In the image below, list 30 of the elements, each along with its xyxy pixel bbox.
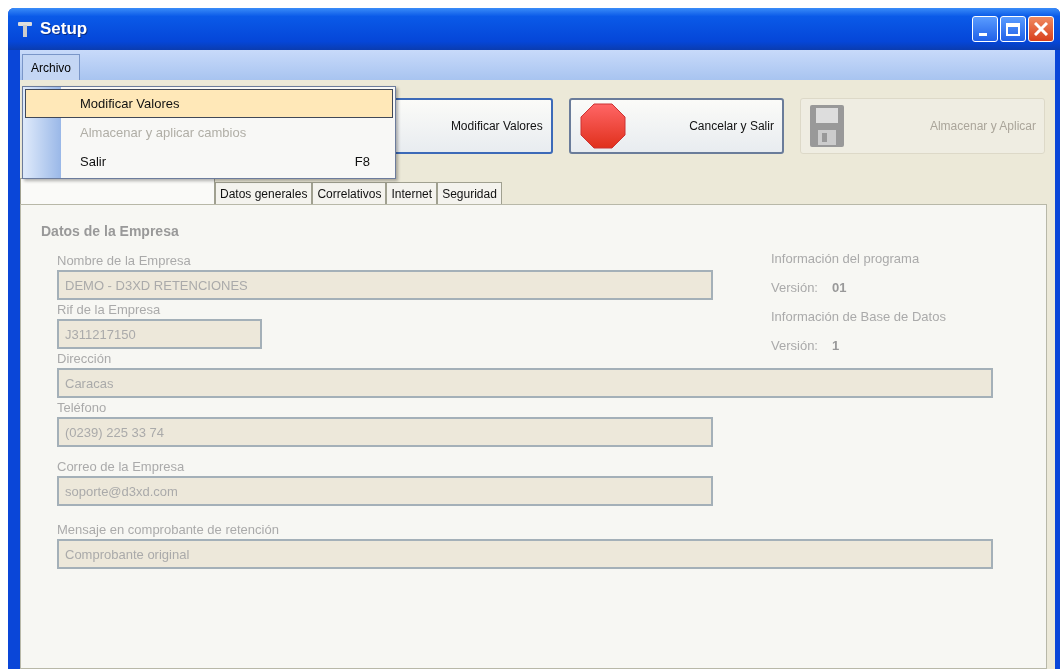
maximize-icon: [1006, 22, 1020, 36]
minimize-button[interactable]: [972, 16, 998, 42]
info-title: Información de Base de Datos: [771, 309, 946, 324]
toolbar-button[interactable]: Cancelar y Salir: [568, 98, 784, 154]
close-button[interactable]: [1028, 16, 1054, 42]
menu-item[interactable]: Salir F8: [25, 147, 393, 176]
version-value: 01: [832, 280, 847, 295]
minimize-icon: [979, 32, 987, 36]
field-label: Rif de la Empresa: [57, 302, 162, 317]
menu-item[interactable]: Archivo: [22, 54, 80, 80]
field-label: Nombre de la Empresa: [57, 253, 192, 268]
version-label: Versión:: [771, 280, 818, 295]
tab[interactable]: Datos generales: [215, 182, 313, 204]
maximize-button[interactable]: [1000, 16, 1026, 42]
close-icon: [1034, 22, 1048, 36]
tab[interactable]: Correlativos: [312, 182, 387, 204]
stop-sign-icon: [578, 102, 627, 150]
field-label: Dirección: [57, 351, 113, 366]
info-title: Información del programa: [771, 251, 921, 266]
field-label: Mensaje en comprobante de retención: [57, 522, 280, 537]
tab[interactable]: Internet: [386, 182, 438, 204]
tab[interactable]: Seguridad: [437, 182, 502, 204]
window-title: Setup: [40, 19, 89, 39]
menu-item[interactable]: Modificar Valores: [25, 89, 393, 118]
version-label: Versión:: [771, 338, 818, 353]
group-title: Datos de la Empresa: [41, 223, 180, 239]
field-label: Correo de la Empresa: [57, 459, 186, 474]
version-value: 1: [832, 338, 840, 353]
field-label: Teléfono: [57, 400, 108, 415]
tab[interactable]: [20, 178, 215, 204]
